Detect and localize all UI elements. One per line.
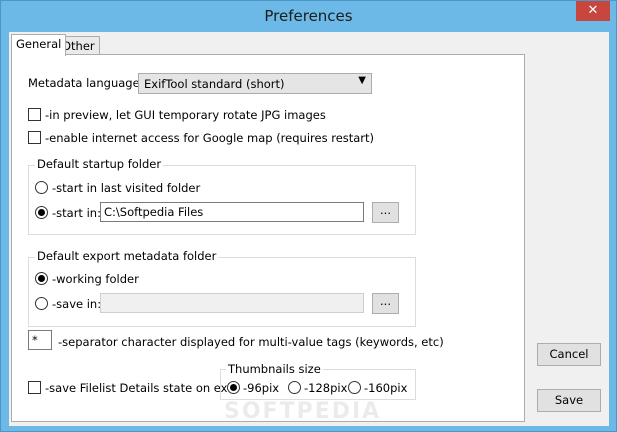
internet-access-label: -enable internet access for Google map (… <box>45 131 375 145</box>
thumb-160-radio[interactable] <box>348 381 361 394</box>
save-in-radio[interactable] <box>35 297 48 310</box>
separator-field[interactable]: * <box>28 330 52 350</box>
dialog-body: General Other Metadata language: ExifToo… <box>9 32 609 426</box>
chevron-down-icon: ▼ <box>358 75 366 86</box>
tab-general[interactable]: General <box>11 34 67 56</box>
save-in-label: -save in: <box>52 297 102 311</box>
preferences-window: Preferences ✕ General Other Metadata lan… <box>0 0 617 432</box>
save-in-path-field[interactable] <box>100 293 364 313</box>
working-folder-radio[interactable] <box>35 272 48 285</box>
metadata-language-select[interactable]: ExifTool standard (short) ▼ <box>138 73 372 94</box>
save-details-label: -save Filelist Details state on exit <box>45 381 236 395</box>
internet-access-checkbox[interactable] <box>28 131 41 144</box>
thumb-96-label: -96pix <box>243 381 280 395</box>
working-folder-label: -working folder <box>52 272 139 286</box>
export-folder-title: Default export metadata folder <box>35 249 219 263</box>
thumb-96-radio[interactable] <box>227 381 240 394</box>
start-in-browse-button[interactable]: ... <box>372 202 399 223</box>
start-in-radio[interactable] <box>35 206 48 219</box>
start-in-label: -start in: <box>52 206 101 220</box>
export-folder-group <box>28 257 416 327</box>
save-button[interactable]: Save <box>537 389 601 412</box>
thumb-128-label: -128pix <box>304 381 348 395</box>
thumb-160-label: -160pix <box>364 381 408 395</box>
close-icon: ✕ <box>587 3 599 18</box>
metadata-language-label: Metadata language: <box>28 76 144 90</box>
thumbnails-title: Thumbnails size <box>226 362 323 376</box>
window-title: Preferences <box>264 7 353 25</box>
title-bar[interactable]: Preferences ✕ <box>1 1 616 32</box>
save-details-checkbox[interactable] <box>28 381 41 394</box>
rotate-jpg-label: -in preview, let GUI temporary rotate JP… <box>45 108 326 122</box>
start-last-visited-label: -start in last visited folder <box>52 181 201 195</box>
rotate-jpg-checkbox[interactable] <box>28 108 41 121</box>
general-tab-panel: Metadata language: ExifTool standard (sh… <box>11 54 525 424</box>
cancel-button[interactable]: Cancel <box>537 343 601 366</box>
save-in-browse-button[interactable]: ... <box>372 293 399 314</box>
close-button[interactable]: ✕ <box>576 1 610 21</box>
metadata-language-value: ExifTool standard (short) <box>144 77 285 91</box>
softpedia-watermark: SOFTPEDIA <box>224 399 382 424</box>
startup-folder-title: Default startup folder <box>35 157 164 171</box>
startup-folder-group <box>28 165 416 235</box>
start-last-visited-radio[interactable] <box>35 181 48 194</box>
separator-label: -separator character displayed for multi… <box>58 335 444 349</box>
start-in-path-field[interactable]: C:\Softpedia Files <box>100 202 364 222</box>
thumb-128-radio[interactable] <box>288 381 301 394</box>
